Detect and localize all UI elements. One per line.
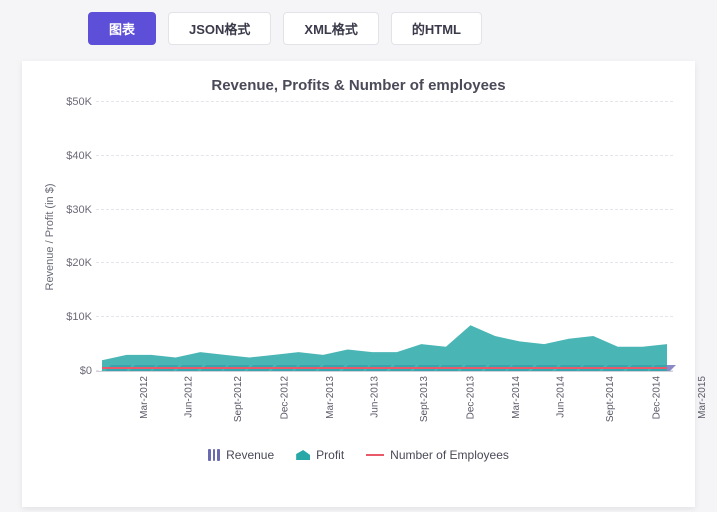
legend-revenue[interactable]: Revenue <box>208 448 274 462</box>
chart-title: Revenue, Profits & Number of employees <box>38 77 679 94</box>
area-icon <box>296 450 310 460</box>
plot-area: Revenue / Profit (in $) $0$10K$20K$30K$4… <box>96 102 673 372</box>
bars-container <box>102 102 667 371</box>
y-tick: $10K <box>52 311 92 323</box>
tab-html[interactable]: 的HTML <box>391 12 482 45</box>
employees-line <box>102 367 667 369</box>
chart-card: Revenue, Profits & Number of employees R… <box>22 61 695 507</box>
tab-chart[interactable]: 图表 <box>88 12 156 45</box>
tab-xml[interactable]: XML格式 <box>283 12 378 45</box>
legend-employees[interactable]: Number of Employees <box>366 448 509 462</box>
legend-label: Revenue <box>226 448 274 462</box>
format-tabs: 图表 JSON格式 XML格式 的HTML <box>0 0 717 53</box>
bar-icon <box>208 449 220 461</box>
x-tick: Mar-2015 <box>697 376 717 419</box>
legend-label: Profit <box>316 448 344 462</box>
y-tick: $0 <box>52 365 92 377</box>
y-tick: $40K <box>52 150 92 162</box>
legend-label: Number of Employees <box>390 448 509 462</box>
legend-profit[interactable]: Profit <box>296 448 344 462</box>
line-icon <box>366 454 384 456</box>
x-axis-labels: Mar-2012Jun-2012Sept-2012Dec-2012Mar-201… <box>102 376 667 438</box>
y-tick: $50K <box>52 96 92 108</box>
legend: Revenue Profit Number of Employees <box>38 448 679 462</box>
y-tick: $30K <box>52 204 92 216</box>
y-tick: $20K <box>52 257 92 269</box>
tab-json[interactable]: JSON格式 <box>168 12 271 45</box>
y-axis-label: Revenue / Profit (in $) <box>44 183 56 290</box>
